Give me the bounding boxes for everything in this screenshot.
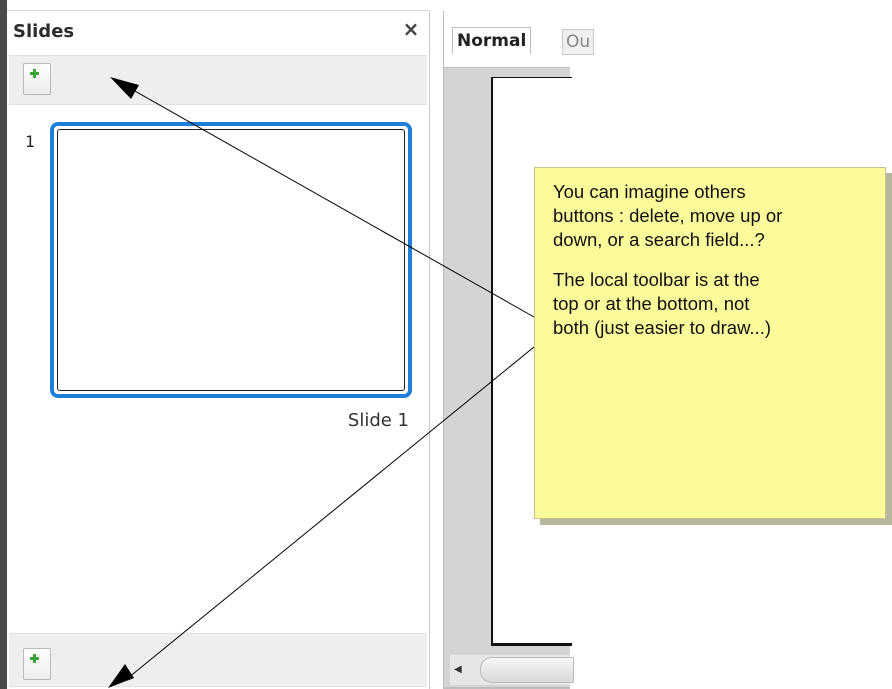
horizontal-scrollbar[interactable]: ◀ xyxy=(450,655,574,685)
slide-thumbnail-page xyxy=(57,129,405,391)
annotation-note: You can imagine others buttons : delete,… xyxy=(534,167,886,519)
view-tab-bar: Normal Ou xyxy=(444,11,595,68)
slides-pane: Slides × 1 Slide 1 xyxy=(7,11,430,689)
screenshot: Slides × 1 Slide 1 Normal Ou ◀ You can i… xyxy=(0,0,892,689)
note-paragraph-2: The local toolbar is at the top or at th… xyxy=(553,269,771,338)
new-slide-icon xyxy=(30,69,39,78)
pane-top-border xyxy=(7,0,429,11)
slides-pane-header: Slides × xyxy=(7,11,429,51)
new-slide-button-top[interactable] xyxy=(23,63,51,95)
local-toolbar-top xyxy=(9,55,427,105)
scroll-left-icon[interactable]: ◀ xyxy=(454,663,466,677)
scrollbar-thumb[interactable] xyxy=(480,657,574,683)
slide-thumbnail[interactable] xyxy=(50,122,412,398)
pane-title: Slides xyxy=(13,21,75,42)
new-slide-button-bottom[interactable] xyxy=(23,648,51,680)
tab-normal[interactable]: Normal xyxy=(452,27,532,54)
note-paragraph-1: You can imagine others buttons : delete,… xyxy=(553,181,783,250)
slide-number: 1 xyxy=(25,132,35,151)
slide-name: Slide 1 xyxy=(347,410,409,431)
tab-outline[interactable]: Ou xyxy=(562,29,595,55)
new-slide-icon xyxy=(30,654,39,663)
window-edge xyxy=(0,0,7,689)
close-icon[interactable]: × xyxy=(401,19,421,39)
local-toolbar-bottom xyxy=(9,633,427,687)
